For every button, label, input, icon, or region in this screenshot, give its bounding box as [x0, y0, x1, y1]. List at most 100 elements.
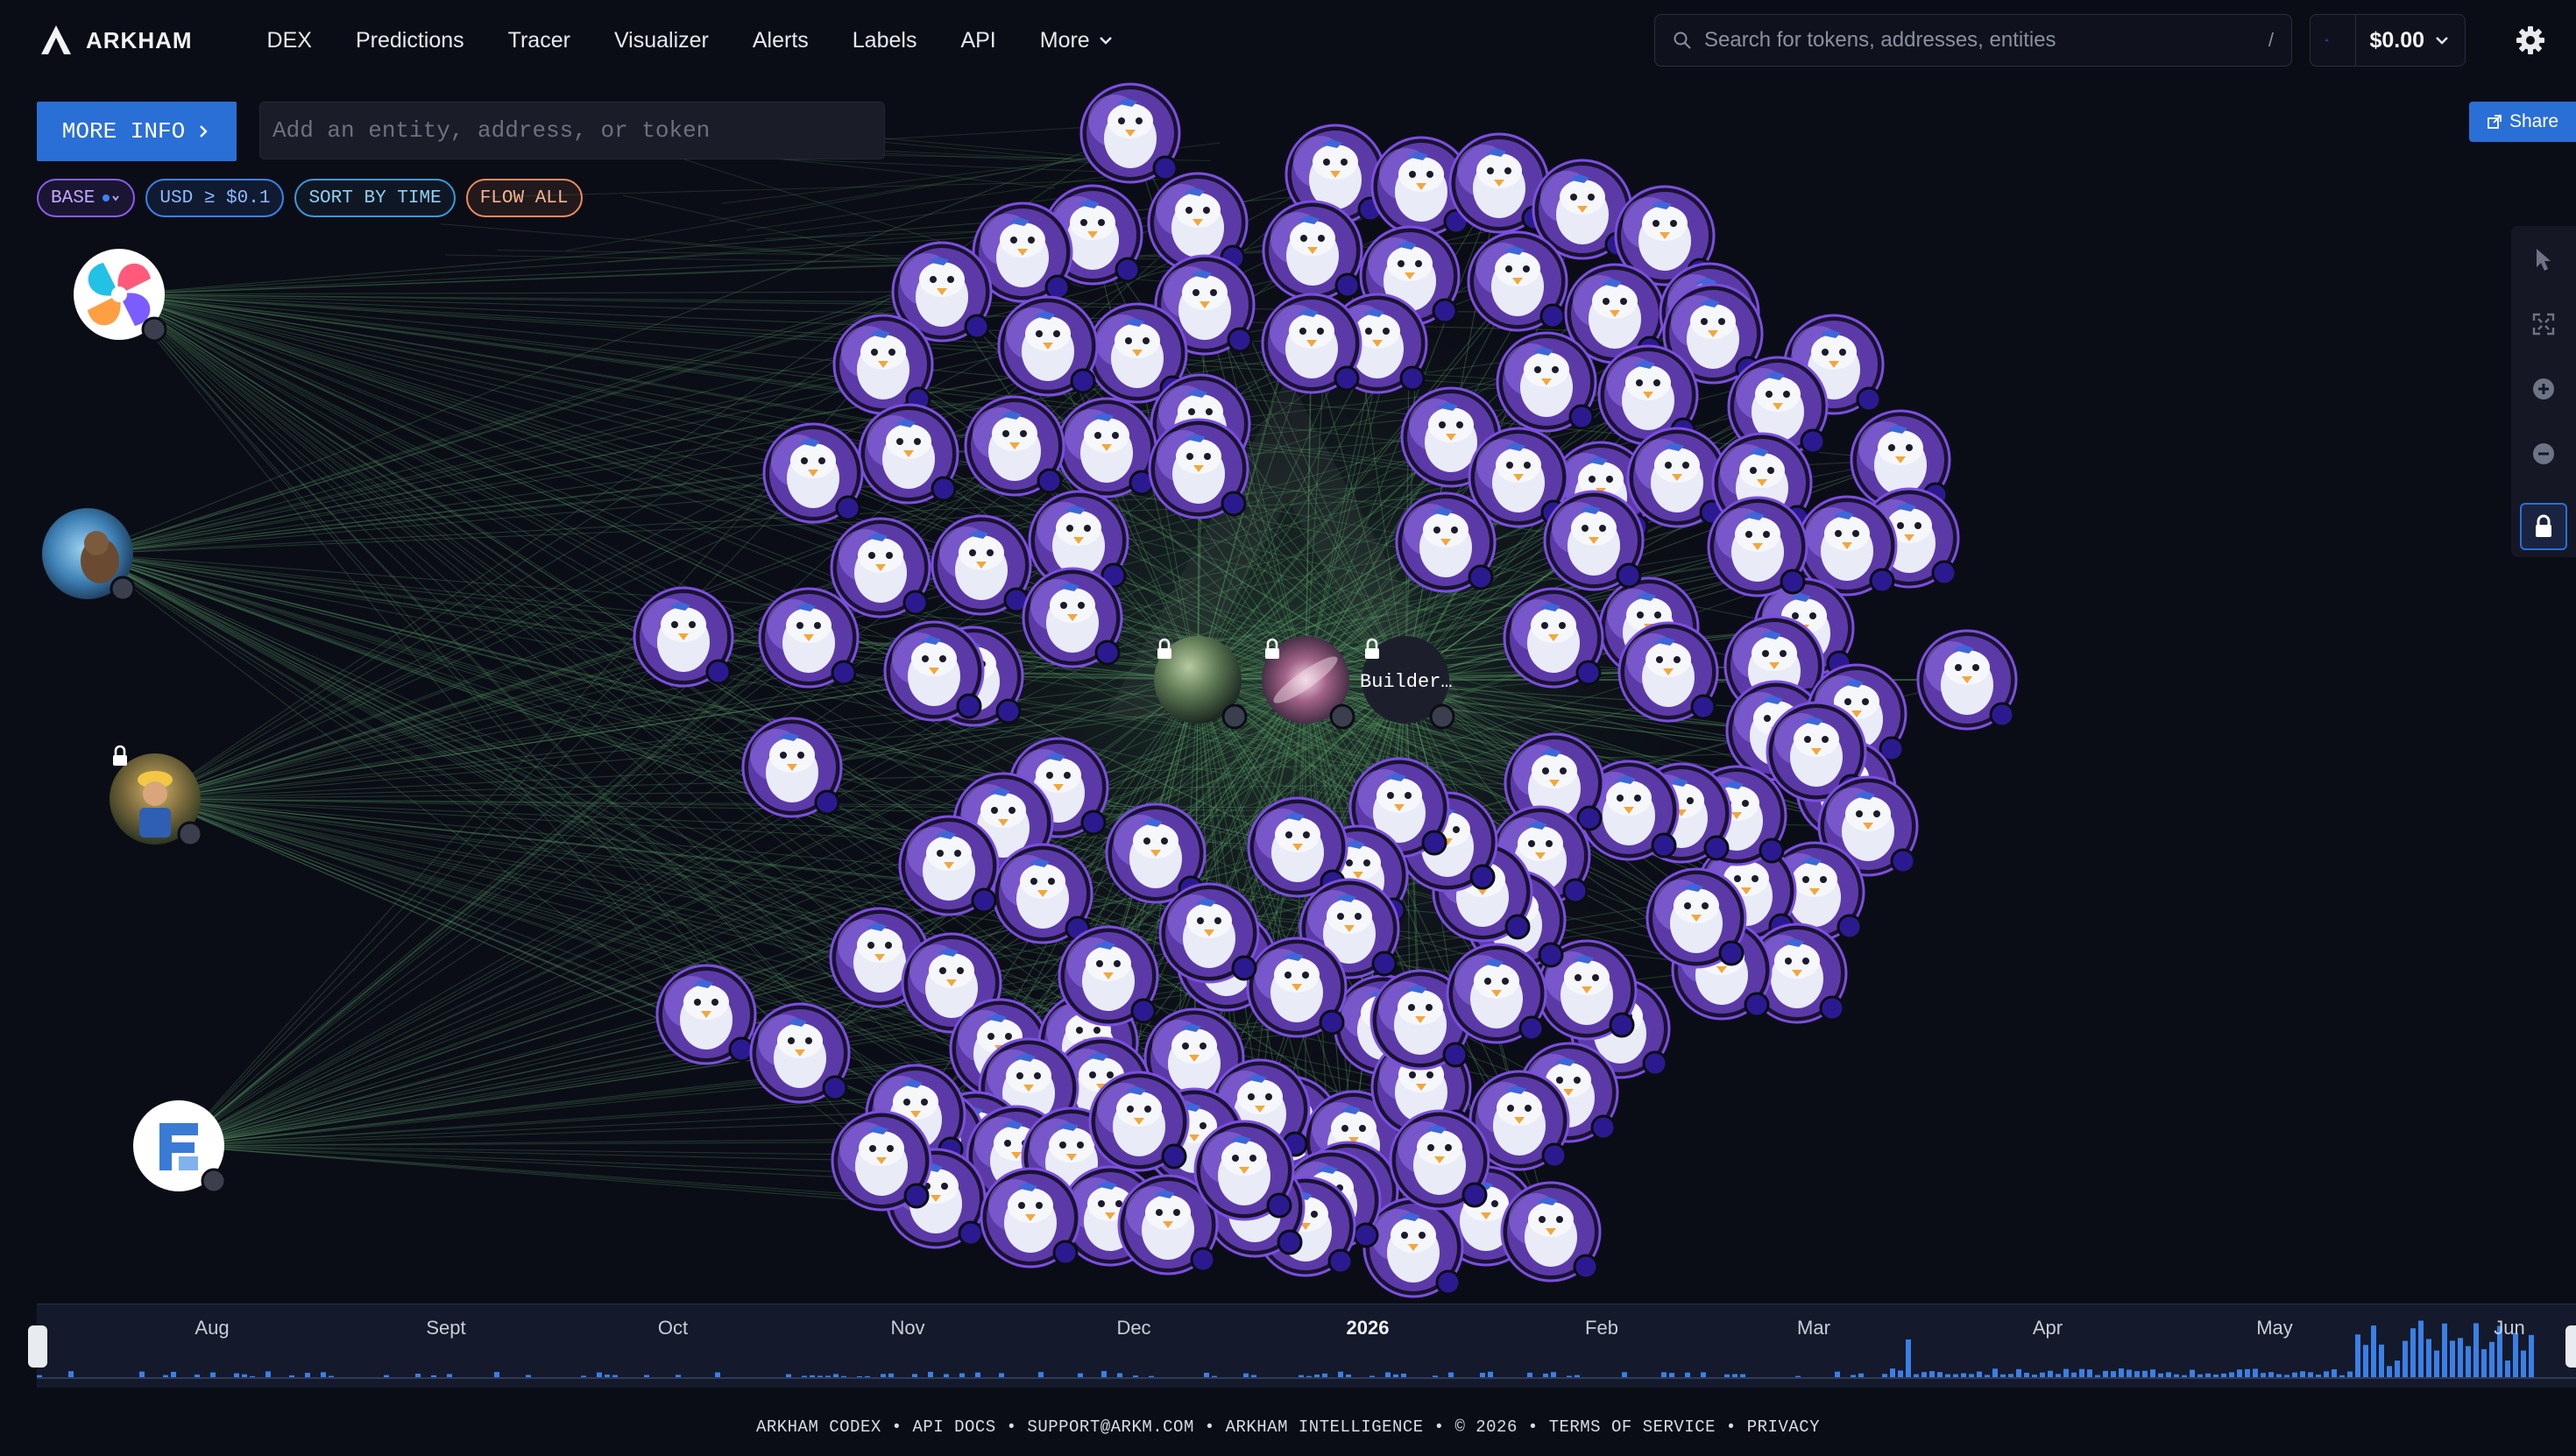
footer-link-intelligence[interactable]: ARKHAM INTELLIGENCE: [1226, 1417, 1424, 1437]
cluster-address-node[interactable]: [964, 395, 1065, 497]
timeline-activity-bar: [2434, 1350, 2439, 1378]
timeline-month-label: Mar: [1797, 1317, 1830, 1339]
external-node-logo[interactable]: [133, 1100, 227, 1194]
cluster-address-node[interactable]: [762, 422, 864, 524]
nav-more[interactable]: More: [1040, 28, 1115, 53]
cluster-address-node[interactable]: [1500, 1181, 1602, 1283]
chain-badge-icon: [1468, 564, 1494, 590]
share-button[interactable]: Share: [2469, 102, 2576, 142]
filter-chips: BASE USD ≥ $0.1 SORT BY TIME FLOW ALL: [37, 179, 583, 217]
cluster-address-node[interactable]: [1056, 397, 1157, 498]
nav-dex[interactable]: DEX: [267, 28, 312, 53]
chain-badge-icon: [1052, 1240, 1079, 1266]
cluster-address-node[interactable]: [1246, 937, 1348, 1038]
external-node-builder[interactable]: [110, 745, 203, 847]
timeline-activity-bar: [2016, 1368, 2021, 1378]
center-node-label: Builder…: [1360, 671, 1453, 693]
cluster-address-node[interactable]: [1261, 293, 1362, 394]
timeline-end-handle[interactable]: [2565, 1325, 2576, 1368]
cluster-address-node[interactable]: [1446, 943, 1547, 1044]
cluster-address-node[interactable]: [1148, 418, 1249, 519]
chain-badge-icon: [835, 495, 861, 521]
footer-link-privacy[interactable]: PRIVACY: [1747, 1417, 1820, 1437]
timeline-activity-bar: [2505, 1360, 2510, 1378]
cluster-address-node[interactable]: [1088, 1071, 1190, 1172]
cluster-address-node[interactable]: [1262, 200, 1363, 301]
entity-graph-canvas[interactable]: Builder…: [0, 0, 2576, 1456]
cluster-address-node[interactable]: [1022, 567, 1123, 668]
nav-api[interactable]: API: [960, 28, 995, 53]
arkham-logo[interactable]: ARKHAM: [39, 23, 193, 58]
nav-labels[interactable]: Labels: [853, 28, 917, 53]
cluster-address-node[interactable]: [1467, 230, 1568, 332]
cluster-address-node[interactable]: [1496, 331, 1597, 433]
gear-icon[interactable]: [2515, 25, 2546, 56]
fit-screen-icon[interactable]: [2528, 308, 2559, 340]
nav-visualizer[interactable]: Visualizer: [614, 28, 709, 53]
cluster-address-node[interactable]: [741, 717, 843, 818]
cluster-address-node[interactable]: [1395, 491, 1497, 593]
more-info-button[interactable]: MORE INFO: [37, 102, 237, 161]
chain-badge-icon: [822, 1075, 848, 1101]
cluster-address-node[interactable]: [883, 620, 985, 722]
cluster-address-node[interactable]: [1503, 587, 1604, 689]
external-node-swirl[interactable]: [74, 249, 167, 343]
chain-badge-icon: [1869, 568, 1895, 594]
usd-threshold-chip[interactable]: USD ≥ $0.1: [145, 179, 285, 217]
cluster-address-node[interactable]: [992, 843, 1093, 944]
footer-link-terms[interactable]: TERMS OF SERVICE: [1549, 1417, 1716, 1437]
cluster-address-node[interactable]: [1645, 867, 1747, 969]
chain-badge-icon: [705, 659, 732, 685]
cluster-address-node[interactable]: [830, 517, 931, 618]
cluster-address-node[interactable]: [1916, 629, 2018, 731]
cluster-address-node[interactable]: [1158, 882, 1260, 984]
chain-filter-chip[interactable]: BASE: [37, 179, 136, 217]
sort-by-time-chip[interactable]: SORT BY TIME: [294, 179, 456, 217]
cluster-address-node[interactable]: [1707, 496, 1808, 597]
timeline-activity-bar: [2442, 1323, 2447, 1378]
nav-tracer[interactable]: Tracer: [508, 28, 570, 53]
wallet-balance[interactable]: $0.00: [2310, 14, 2466, 67]
pointer-tool-icon[interactable]: [2528, 244, 2559, 275]
chain-badge-icon: [1575, 660, 1602, 686]
footer-link-api-docs[interactable]: API DOCS: [912, 1417, 995, 1437]
zoom-out-icon[interactable]: [2528, 438, 2559, 470]
timeline-activity-bar: [2403, 1340, 2408, 1378]
footer-link-support[interactable]: SUPPORT@ARKM.COM: [1027, 1417, 1193, 1437]
global-search[interactable]: /: [1654, 14, 2292, 67]
cluster-address-node[interactable]: [858, 403, 959, 505]
cluster-address-node[interactable]: [1626, 427, 1728, 528]
cluster-address-node[interactable]: [1079, 82, 1181, 184]
timeline-month-label: Oct: [657, 1317, 689, 1339]
lock-layout-icon[interactable]: [2520, 503, 2567, 550]
cluster-address-node[interactable]: [758, 587, 860, 689]
cluster-address-node[interactable]: [898, 815, 1000, 916]
nav-alerts[interactable]: Alerts: [753, 28, 809, 53]
cluster-address-node[interactable]: [832, 314, 934, 415]
cluster-address-node[interactable]: [1617, 621, 1719, 723]
cluster-address-node[interactable]: [980, 1167, 1081, 1269]
timeline-start-handle[interactable]: [28, 1325, 47, 1368]
cluster-address-node[interactable]: [831, 1110, 932, 1212]
cluster-address-node[interactable]: [1389, 1109, 1490, 1211]
chain-badge-icon: [1190, 1247, 1216, 1273]
nav-predictions[interactable]: Predictions: [356, 28, 464, 53]
flow-all-chip[interactable]: FLOW ALL: [465, 179, 583, 217]
cluster-address-node[interactable]: [1193, 1120, 1295, 1221]
cluster-address-node[interactable]: [997, 295, 1099, 397]
cluster-address-node[interactable]: [655, 964, 757, 1065]
cluster-address-node[interactable]: [1543, 490, 1645, 591]
add-entity-input[interactable]: [272, 102, 872, 159]
zoom-in-icon[interactable]: [2528, 373, 2559, 405]
timeline-activity-bar: [2190, 1369, 2195, 1378]
footer-link-codex[interactable]: ARKHAM CODEX: [756, 1417, 881, 1437]
timeline-scrubber[interactable]: Aug Sept Oct Nov Dec 2026 Feb Mar Apr Ma…: [28, 1304, 2576, 1388]
cluster-address-node[interactable]: [633, 586, 734, 688]
timeline-activity-bar: [2063, 1368, 2069, 1378]
timeline-activity-bar: [1921, 1372, 1927, 1378]
cluster-address-node[interactable]: [1058, 925, 1159, 1027]
search-input[interactable]: [1704, 28, 2256, 53]
cluster-address-node[interactable]: [931, 514, 1032, 616]
cluster-address-node[interactable]: [749, 1002, 851, 1104]
external-node-beaver[interactable]: [42, 508, 136, 602]
